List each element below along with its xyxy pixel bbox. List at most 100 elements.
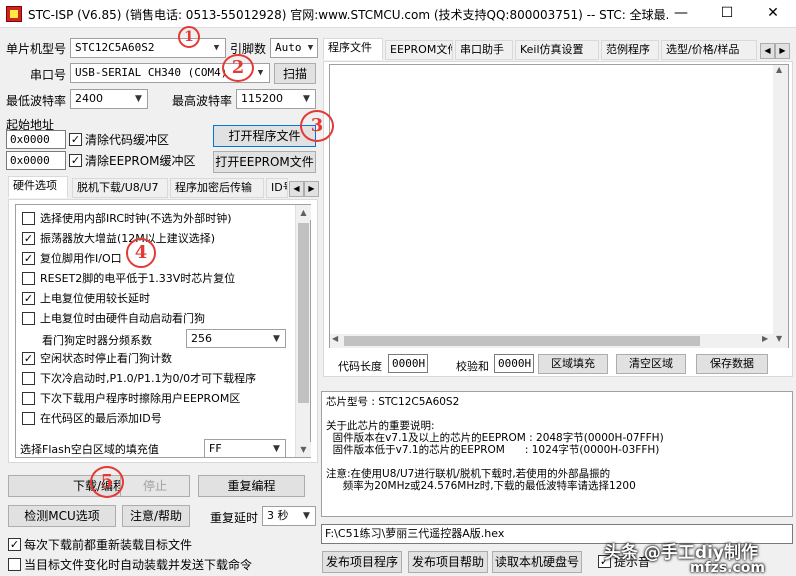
scroll-down-icon[interactable]: ▼ [776, 334, 782, 343]
chip-info-line: 固件版本低于v7.1的芯片的EEPROM : 1024字节(0000H-03FF… [326, 444, 660, 456]
open-eeprom-file-button[interactable]: 打开EEPROM文件 [213, 151, 316, 173]
clear-area-button[interactable]: 清空区域 [616, 354, 686, 374]
read-disk-serial-button[interactable]: 读取本机硬盘号 [492, 551, 582, 573]
max-baud-value: 115200 [241, 92, 283, 105]
code-buffer-view[interactable]: ◀ ▶ ▲ ▼ [329, 64, 789, 348]
auto-reload-checkbox[interactable] [8, 558, 21, 571]
mcu-model-select[interactable]: STC12C5A60S2 ▼ [70, 38, 226, 58]
chevron-down-icon: ▼ [135, 94, 142, 104]
mcu-model-value: STC12C5A60S2 [75, 41, 155, 54]
title-bar: STC-ISP (V6.85) (销售电话: 0513-55012928) 官网… [0, 0, 796, 28]
scroll-down-icon[interactable]: ▼ [296, 442, 311, 457]
chip-info-line: 芯片型号 : STC12C5A60S2 [326, 396, 460, 408]
fill-value-select[interactable]: FF ▼ [204, 439, 286, 458]
right-tab-scroll-buttons: ◀ ▶ [760, 42, 790, 59]
save-data-button[interactable]: 保存数据 [696, 354, 768, 374]
stop-button[interactable]: 停止 [120, 475, 190, 497]
chevron-right-icon[interactable]: ▶ [775, 43, 790, 59]
annotation-circle-5: 5 [90, 466, 124, 498]
chevron-down-icon: ▼ [307, 43, 314, 53]
scan-button[interactable]: 扫描 [274, 63, 316, 84]
min-baud-select[interactable]: 2400 ▼ [70, 89, 148, 109]
chevron-down-icon: ▼ [273, 334, 280, 344]
clear-eeprom-label: 清除EEPROM缓冲区 [85, 154, 196, 168]
hw-option-label: 下次冷启动时,P1.0/P1.1为0/0才可下载程序 [40, 372, 257, 385]
code-start-address-input[interactable]: 0x0000 [6, 130, 66, 149]
tab-encrypted-transfer[interactable]: 程序加密后传输 [170, 178, 264, 198]
hw-option-checkbox[interactable] [22, 312, 35, 325]
maximize-button[interactable]: ☐ [704, 0, 750, 28]
help-button[interactable]: 注意/帮助 [122, 505, 190, 527]
reload-before-download-checkbox[interactable]: ✓ [8, 538, 21, 551]
tab-offline-download[interactable]: 脱机下载/U8/U7 [72, 178, 168, 198]
checksum-value: 0000H [494, 354, 534, 373]
hw-option-checkbox[interactable] [22, 392, 35, 405]
chevron-left-icon[interactable]: ◀ [289, 181, 304, 197]
chevron-down-icon: ▼ [303, 94, 310, 104]
reload-before-download-label: 每次下载前都重新装载目标文件 [24, 538, 193, 552]
tab-example-programs[interactable]: 范例程序 [601, 40, 659, 60]
repeat-delay-value: 3 秒 [267, 509, 289, 522]
scroll-right-icon[interactable]: ▶ [762, 334, 768, 343]
mcu-model-label: 单片机型号 [6, 42, 67, 56]
vertical-scrollbar[interactable]: ▲ ▼ [773, 65, 788, 348]
tab-eeprom-file[interactable]: EEPROM文件 [385, 40, 453, 60]
min-baud-value: 2400 [75, 92, 103, 105]
chevron-down-icon: ▼ [273, 444, 280, 454]
hw-option-checkbox[interactable] [22, 272, 35, 285]
scroll-left-icon[interactable]: ◀ [332, 334, 338, 343]
eeprom-start-address-input[interactable]: 0x0000 [6, 151, 66, 170]
minimize-button[interactable]: — [658, 0, 704, 28]
tab-selection-price[interactable]: 选型/价格/样品 [661, 40, 757, 60]
hardware-options-list: 选择使用内部IRC时钟(不选为外部时钟) ✓ 振荡器放大增益(12M以上建议选择… [15, 204, 311, 458]
tab-serial-assistant[interactable]: 串口助手 [455, 40, 513, 60]
checksum-label: 校验和 [456, 360, 489, 373]
repeat-program-button[interactable]: 重复编程 [198, 475, 305, 497]
hw-option-checkbox[interactable]: ✓ [22, 352, 35, 365]
clear-eeprom-checkbox[interactable]: ✓ [69, 154, 82, 167]
horizontal-scrollbar[interactable]: ◀ ▶ [330, 334, 773, 348]
hw-option-checkbox[interactable]: ✓ [22, 232, 35, 245]
check-mcu-options-button[interactable]: 检测MCU选项 [8, 505, 116, 527]
clear-code-label: 清除代码缓冲区 [85, 133, 170, 147]
hw-option-label: 振荡器放大增益(12M以上建议选择) [40, 232, 216, 245]
chevron-down-icon: ▼ [303, 511, 310, 521]
max-baud-select[interactable]: 115200 ▼ [236, 89, 316, 109]
area-fill-button[interactable]: 区域填充 [538, 354, 608, 374]
tab-id-number[interactable]: ID号 [266, 178, 288, 198]
hw-option-checkbox[interactable] [22, 212, 35, 225]
scroll-up-icon[interactable]: ▲ [776, 65, 782, 74]
chevron-right-icon[interactable]: ▶ [304, 181, 319, 197]
watermark-site: mfzs.com [690, 560, 765, 576]
tab-keil-sim[interactable]: Keil仿真设置 [515, 40, 599, 60]
scroll-thumb[interactable] [344, 336, 700, 346]
code-length-value: 0000H [388, 354, 428, 373]
clear-code-checkbox[interactable]: ✓ [69, 133, 82, 146]
chevron-left-icon[interactable]: ◀ [760, 43, 775, 59]
scroll-up-icon[interactable]: ▲ [296, 205, 311, 220]
annotation-circle-2: 2 [222, 54, 254, 82]
scroll-thumb[interactable] [298, 223, 309, 403]
publish-help-button[interactable]: 发布项目帮助 [408, 551, 488, 573]
tab-hardware-options[interactable]: 硬件选项 [8, 176, 68, 198]
chip-info-box: 芯片型号 : STC12C5A60S2 关于此芯片的重要说明: 固件版本在v7.… [321, 391, 793, 517]
pins-select[interactable]: Auto ▼ [270, 38, 318, 58]
tab-scroll-buttons: ◀ ▶ [289, 180, 319, 197]
watchdog-divider-select[interactable]: 256 ▼ [186, 329, 286, 348]
chip-info-line: 注意:在使用U8/U7进行联机/脱机下载时,若使用的外部晶振的 [326, 468, 611, 480]
publish-program-button[interactable]: 发布项目程序 [322, 551, 402, 573]
hw-option-checkbox[interactable]: ✓ [22, 252, 35, 265]
min-baud-label: 最低波特率 [6, 94, 67, 108]
hw-options-scrollbar[interactable]: ▲ ▼ [295, 205, 311, 457]
port-label: 串口号 [30, 68, 67, 82]
hw-option-checkbox[interactable]: ✓ [22, 292, 35, 305]
hw-option-checkbox[interactable] [22, 412, 35, 425]
repeat-delay-select[interactable]: 3 秒 ▼ [262, 506, 316, 526]
hw-option-checkbox[interactable] [22, 372, 35, 385]
tab-program-file[interactable]: 程序文件 [323, 38, 383, 60]
hw-option-label: RESET2脚的电平低于1.33V时芯片复位 [40, 272, 236, 285]
close-button[interactable]: ✕ [750, 0, 796, 28]
hw-option-label: 选择使用内部IRC时钟(不选为外部时钟) [40, 212, 232, 225]
hw-option-label: 上电复位时由硬件自动启动看门狗 [40, 312, 205, 325]
auto-reload-label: 当目标文件变化时自动装载并发送下载命令 [24, 558, 253, 572]
